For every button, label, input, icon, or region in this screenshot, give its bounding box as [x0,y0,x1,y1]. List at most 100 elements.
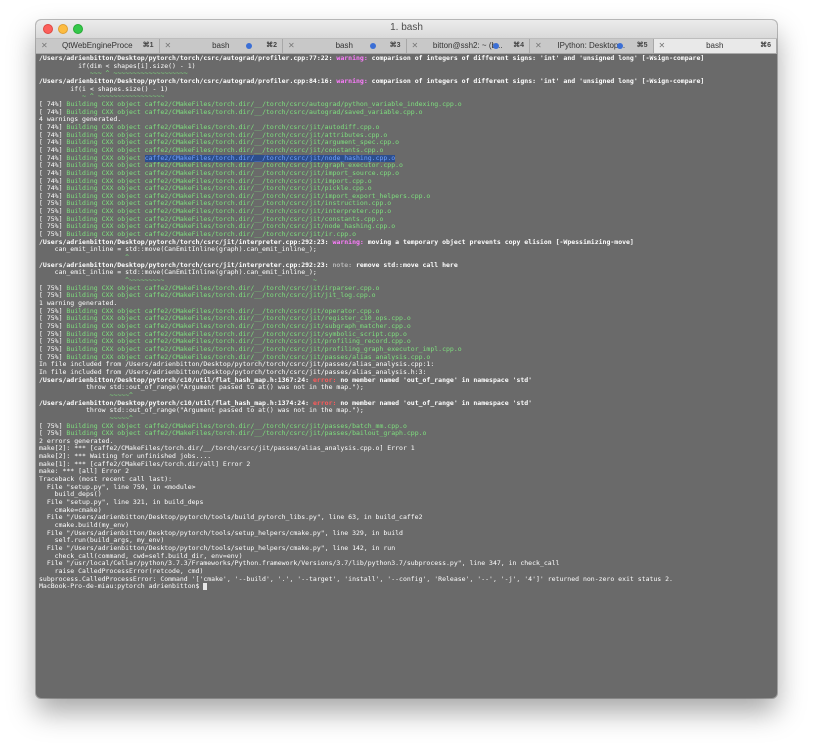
terminal-line: File "/Users/adrienbitton/Desktop/pytorc… [39,530,774,538]
terminal-text: error: [312,399,341,407]
terminal-text: ~ ^ ~~~~~~~~~~~~~~~~~ [39,93,165,101]
terminal-text: Building CXX object caffe2/CMakeFiles/to… [66,430,427,438]
terminal-line: can_emit_inline = std::move(CanEmitInlin… [39,246,774,254]
terminal-text: [ 75%] [39,315,67,323]
terminal-line: [ 75%] Building CXX object caffe2/CMakeF… [39,338,774,346]
terminal-line: [ 75%] Building CXX object caffe2/CMakeF… [39,308,774,316]
terminal-text: comparison of integers of different sign… [371,77,705,85]
terminal-text: /Users/adrienbitton/Desktop/pytorch/torc… [39,238,333,246]
terminal-text: Building CXX object caffe2/CMakeFiles/to… [66,100,462,108]
window-title: 1. bash [390,22,423,33]
terminal-text: no member named 'out_of_range' in namesp… [340,376,533,384]
terminal-line: /Users/adrienbitton/Desktop/pytorch/c10/… [39,377,774,385]
terminal-text: [ 74%] [39,108,67,116]
terminal-text: ~~~ ^ ~~~~~~~~~~~~~~~~~~~ [39,70,188,78]
terminal-text: warning: [336,55,372,62]
tab-2[interactable]: ✕ bash ⌘2 [160,39,283,53]
terminal-text: /Users/adrienbitton/Desktop/pytorch/torc… [39,55,337,62]
terminal-line: [ 74%] Building CXX object caffe2/CMakeF… [39,185,774,193]
terminal-text: [ 74%] [39,123,67,131]
tab-5[interactable]: ✕ IPython: Desktop... ⌘5 [530,39,654,53]
terminal-line: [ 74%] Building CXX object caffe2/CMakeF… [39,154,774,163]
terminal-text: [ 74%] [39,139,67,147]
terminal-line: [ 75%] Building CXX object caffe2/CMakeF… [39,292,774,300]
terminal-line: /Users/adrienbitton/Desktop/pytorch/torc… [39,78,774,86]
terminal-text: [ 75%] [39,430,67,438]
terminal-output[interactable]: /Users/adrienbitton/Desktop/pytorch/torc… [36,54,777,592]
terminal-line: throw std::out_of_range("Argument passed… [39,407,774,415]
terminal-text: cmake=cmake) [39,506,102,514]
terminal-text: [ 75%] [39,353,67,361]
terminal-text: Building CXX object caffe2/CMakeFiles/to… [66,169,400,177]
terminal-line: File "/Users/adrienbitton/Desktop/pytorc… [39,514,774,522]
terminal-text: [ 74%] [39,131,67,139]
terminal-line: ^~~~~~~~~~ ~ [39,277,774,285]
tab-6[interactable]: ✕ bash ⌘6 [653,39,777,53]
terminal-text: Building CXX object caffe2/CMakeFiles/to… [66,223,396,231]
terminal-text: [ 75%] [39,292,67,300]
terminal-text: raise CalledProcessError(retcode, cmd) [39,567,204,575]
terminal-line: make[2]: *** [caffe2/CMakeFiles/torch.di… [39,445,774,453]
terminal-line: 1 warning generated. [39,300,774,308]
terminal-text: [ 75%] [39,330,67,338]
tab-shortcut: ⌘1 [142,42,154,49]
terminal-text: make[2]: *** [caffe2/CMakeFiles/torch.di… [39,445,415,453]
terminal-text: make[2]: *** Waiting for unfinished jobs… [39,453,212,461]
terminal-text: /Users/adrienbitton/Desktop/pytorch/c10/… [39,399,313,407]
terminal-text: File "setup.py", line 321, in build_deps [39,499,204,507]
tab-1[interactable]: ✕ QtWebEngineProce ⌘1 [36,39,160,53]
terminal-text: if(i < shapes.size() - 1) [39,85,169,93]
terminal-text: Building CXX object caffe2/CMakeFiles/to… [66,208,392,216]
terminal-text: comparison of integers of different sign… [371,55,705,62]
terminal-text: throw std::out_of_range("Argument passed… [39,384,364,392]
tab-label: QtWebEngineProce [61,41,133,50]
terminal-text: Building CXX object caffe2/CMakeFiles/to… [66,215,384,223]
terminal-text: [ 74%] [39,192,67,200]
terminal-text: Building CXX object caffe2/CMakeFiles/to… [66,330,407,338]
terminal-line: [ 75%] Building CXX object caffe2/CMakeF… [39,331,774,339]
terminal-text: [ 74%] [39,146,67,154]
terminal-text: Building CXX object caffe2/CMakeFiles/to… [66,345,462,353]
terminal-line: In file included from /Users/adrienbitto… [39,361,774,369]
terminal-text: Building CXX object caffe2/CMakeFiles/to… [66,185,372,193]
terminal-text: moving a temporary object prevents copy … [367,238,634,246]
terminal-line: ~~~ ^ ~~~~~~~~~~~~~~~~~~~ [39,70,774,78]
terminal-text: Building CXX object caffe2/CMakeFiles/to… [66,200,392,208]
terminal-text: [ 74%] [39,154,67,162]
terminal-text: /Users/adrienbitton/Desktop/pytorch/c10/… [39,376,313,384]
terminal-line: make: *** [all] Error 2 [39,468,774,476]
tab-3[interactable]: ✕ bash ⌘3 [283,39,407,53]
terminal-text: Building CXX object caffe2/CMakeFiles/to… [66,131,388,139]
terminal-line: [ 75%] Building CXX object caffe2/CMakeF… [39,231,774,239]
terminal-text: /Users/adrienbitton/Desktop/pytorch/torc… [39,261,333,269]
terminal-text: Building CXX object caffe2/CMakeFiles/to… [66,108,423,116]
activity-dot-icon [616,43,623,49]
terminal-text: Building CXX object caffe2/CMakeFiles/to… [66,307,380,315]
tab-shortcut: ⌘6 [760,42,771,49]
terminal-text: ^~~~~~~~~~ ~ [39,277,317,285]
terminal-text: make[1]: *** [caffe2/CMakeFiles/torch.di… [39,460,251,468]
terminal-text: caffe2/CMakeFiles/torch.dir/__/torch/csr… [144,154,396,162]
terminal-text: Building CXX object caffe2/CMakeFiles/to… [66,338,411,346]
tab-label: bash [212,41,230,50]
terminal-text: throw std::out_of_range("Argument passed… [39,407,364,415]
terminal-text: [ 75%] [39,200,67,208]
tab-label: bitton@ssh2: ~ (b... [432,41,503,50]
terminal-line: File "/usr/local/Cellar/python/3.7.3/Fra… [39,560,774,568]
terminal-line: File "setup.py", line 321, in build_deps [39,499,774,507]
terminal-line: [ 75%] Building CXX object caffe2/CMakeF… [39,208,774,216]
terminal-text: if(dim < shapes[i].size() - 1) [39,62,196,70]
terminal-text: Building CXX object caffe2/CMakeFiles/to… [66,353,431,361]
terminal-line: make[2]: *** Waiting for unfinished jobs… [39,453,774,461]
tab-4[interactable]: ✕ bitton@ssh2: ~ (b... ⌘4 [407,39,530,53]
title-bar[interactable]: 1. bash [36,20,777,39]
terminal-line: [ 75%] Building CXX object caffe2/CMakeF… [39,200,774,208]
terminal-line: [ 75%] Building CXX object caffe2/CMakeF… [39,423,774,431]
terminal-line: /Users/adrienbitton/Desktop/pytorch/torc… [39,239,774,247]
terminal-line: cmake=cmake) [39,507,774,515]
terminal-text: [ 74%] [39,100,67,108]
terminal-text: Building CXX object caffe2/CMakeFiles/to… [66,162,403,170]
tab-bar: ✕ QtWebEngineProce ⌘1 ✕ bash ⌘2 ✕ bash ⌘3 ✕ bitton… [36,39,777,54]
terminal-text: ~~~~~^ [39,414,133,422]
terminal-text: MacBook-Pro-de-miau:pytorch adrienbitton… [39,583,204,591]
